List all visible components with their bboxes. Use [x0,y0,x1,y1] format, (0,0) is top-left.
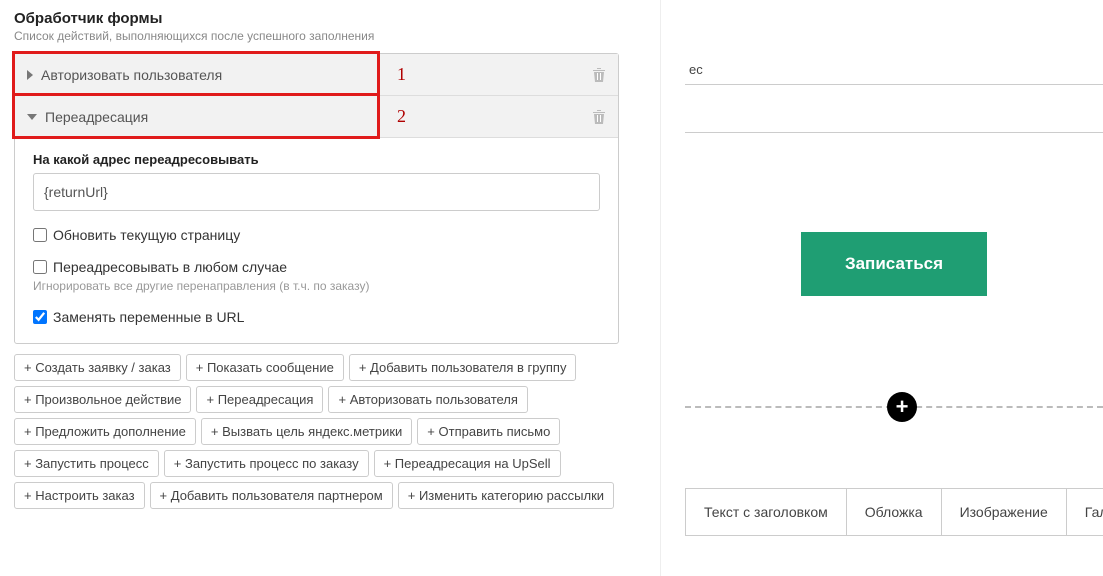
redirect-url-input[interactable] [33,173,600,211]
url-label: На какой адрес переадресовывать [33,152,600,167]
delete-action-button[interactable] [592,109,606,125]
add-action-start-process[interactable]: + Запустить процесс [14,450,159,477]
add-action-start-process-order[interactable]: + Запустить процесс по заказу [164,450,369,477]
add-block-button[interactable]: + [887,392,917,422]
add-action-add-user-group[interactable]: + Добавить пользователя в группу [349,354,577,381]
action-row-redirect-container: Переадресация 2 На какой адрес переадрес… [15,96,618,343]
form-handler-panel: Обработчик формы Список действий, выполн… [0,0,640,519]
add-action-yandex-goal[interactable]: + Вызвать цель яндекс.метрики [201,418,412,445]
refresh-checkbox-row: Обновить текущую страницу [33,227,600,243]
panel-subtitle: Список действий, выполняющихся после усп… [14,27,640,53]
add-action-send-email[interactable]: + Отправить письмо [417,418,560,445]
plus-icon: + [896,394,909,420]
add-action-upsell-offer[interactable]: + Предложить дополнение [14,418,196,445]
refresh-checkbox[interactable] [33,228,47,242]
always-checkbox-row: Переадресовывать в любом случае [33,259,600,275]
replace-vars-checkbox[interactable] [33,310,47,324]
action-title: Авторизовать пользователя [41,67,222,83]
always-redirect-checkbox[interactable] [33,260,47,274]
tab-image[interactable]: Изображение [942,489,1067,535]
add-action-buttons: + Создать заявку / заказ + Показать сооб… [14,354,624,509]
submit-button-label: Записаться [845,254,943,274]
trash-icon [592,109,606,125]
preview-panel: ес Записаться + Текст с заголовком Облож… [660,0,1103,576]
block-type-tabs: Текст с заголовком Обложка Изображение Г… [685,488,1103,536]
add-action-redirect[interactable]: + Переадресация [196,386,323,413]
chevron-right-icon [27,70,33,80]
preview-field-line-1 [685,84,1103,85]
preview-partial-text: ес [689,62,703,77]
chevron-down-icon [27,114,37,120]
add-action-add-partner[interactable]: + Добавить пользователя партнером [150,482,393,509]
actions-list: Авторизовать пользователя 1 Переадресаци… [14,53,619,344]
add-action-custom[interactable]: + Произвольное действие [14,386,191,413]
preview-field-line-2 [685,132,1103,133]
add-action-change-mailing-category[interactable]: + Изменить категорию рассылки [398,482,614,509]
tab-gallery[interactable]: Гал [1067,489,1103,535]
action-row-redirect[interactable]: Переадресация 2 [15,96,618,138]
action-title: Переадресация [45,109,148,125]
refresh-label: Обновить текущую страницу [53,227,240,243]
replace-vars-checkbox-row: Заменять переменные в URL [33,309,600,325]
action-row-authorize[interactable]: Авторизовать пользователя 1 [15,54,618,96]
add-action-show-message[interactable]: + Показать сообщение [186,354,344,381]
add-action-create-order[interactable]: + Создать заявку / заказ [14,354,181,381]
annotation-num-1: 1 [397,64,406,85]
action-body-redirect: На какой адрес переадресовывать Обновить… [15,138,618,343]
annotation-num-2: 2 [397,106,406,127]
delete-action-button[interactable] [592,67,606,83]
submit-button[interactable]: Записаться [801,232,987,296]
tab-cover[interactable]: Обложка [847,489,942,535]
tab-text-heading[interactable]: Текст с заголовком [686,489,847,535]
add-action-authorize[interactable]: + Авторизовать пользователя [328,386,527,413]
always-label: Переадресовывать в любом случае [53,259,287,275]
panel-title: Обработчик формы [14,0,640,27]
add-action-upsell-redirect[interactable]: + Переадресация на UpSell [374,450,561,477]
add-action-configure-order[interactable]: + Настроить заказ [14,482,145,509]
replace-vars-label: Заменять переменные в URL [53,309,244,325]
trash-icon [592,67,606,83]
always-help-text: Игнорировать все другие перенаправления … [33,279,600,293]
